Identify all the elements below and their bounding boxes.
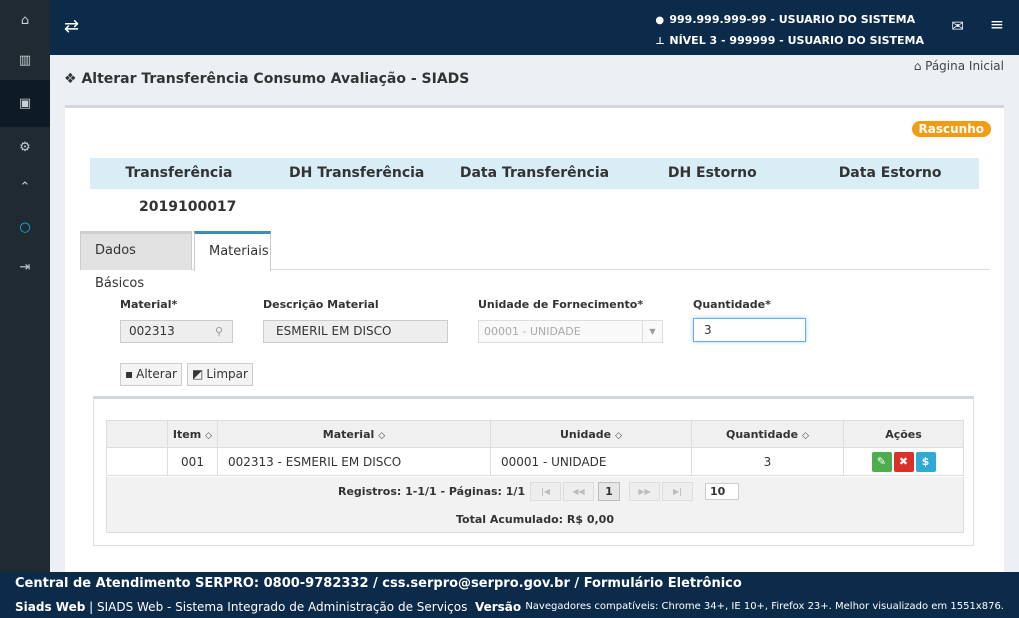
col-item[interactable]: Item ◇ — [167, 420, 218, 448]
material-input[interactable]: 002313 — [120, 320, 207, 343]
material-label: Material* — [120, 298, 178, 311]
summary-header: Transferência DH Transferência Data Tran… — [90, 158, 979, 189]
total-acumulado: Total Acumulado: R$ 0,00 — [106, 506, 964, 533]
eraser-icon: ◩ — [192, 367, 204, 381]
home-icon[interactable]: ⌂ — [0, 0, 50, 40]
footer-brand: Siads Web — [15, 600, 86, 614]
sign-in-icon[interactable]: ⇥ — [0, 247, 50, 287]
last-page-button[interactable]: ▶| — [662, 482, 693, 501]
chevron-down-icon: ▼ — [642, 321, 662, 342]
user-line: 999.999.999-99 - USUARIO DO SISTEMA — [669, 13, 916, 26]
cell-item: 001 — [167, 447, 218, 476]
dollar-icon: $ — [921, 454, 930, 468]
footer-versao[interactable]: Versão — [475, 600, 521, 614]
user-icon: ● — [655, 15, 665, 26]
exchange-icon[interactable]: ⇄ — [64, 16, 79, 37]
dollar-button[interactable]: $ — [915, 451, 936, 472]
barcode-icon[interactable]: ▥ — [0, 40, 50, 80]
unidade-select-value: 00001 - UNIDADE — [484, 325, 581, 338]
user-info: ● 999.999.999-99 - USUARIO DO SISTEMA ⊥ NÍ… — [655, 10, 924, 52]
search-icon[interactable]: ⚲ — [206, 320, 233, 343]
breadcrumb[interactable]: ⌂ Página Inicial — [914, 59, 1004, 73]
table-row: 001 002313 - ESMERIL EM DISCO 00001 - UN… — [106, 447, 964, 476]
sort-icon: ◇ — [378, 430, 386, 441]
col-unidade[interactable]: Unidade ◇ — [490, 420, 692, 448]
sort-icon: ◇ — [205, 430, 213, 441]
col-unidade-label: Unidade — [559, 427, 612, 441]
circle-icon[interactable]: ○ — [0, 207, 50, 247]
col-material-label: Material — [322, 427, 375, 441]
pager-info: Registros: 1-1/1 - Páginas: 1/1 — [338, 485, 526, 498]
summary-col-dh-estorno: DH Estorno — [667, 165, 757, 181]
footer-system-name: SIADS Web - Sistema Integrado de Adminis… — [96, 600, 468, 614]
col-quantidade[interactable]: Quantidade ◇ — [691, 420, 844, 448]
cell-blank — [106, 447, 168, 476]
quantidade-input[interactable]: 3 — [693, 318, 806, 342]
main-box: Rascunho Transferência DH Transferência … — [65, 105, 1004, 572]
materials-table: Item ◇ Material ◇ Unidade ◇ Quantidade ◇ Açõ… — [106, 420, 964, 476]
footer-central[interactable]: Central de Atendimento SERPRO: 0800-9782… — [15, 576, 742, 591]
col-material[interactable]: Material ◇ — [217, 420, 491, 448]
page-title: ❖ Alterar Transferência Consumo Avaliaçã… — [64, 71, 469, 87]
pencil-icon: ✎ — [876, 454, 887, 468]
limpar-button-label: Limpar — [206, 367, 248, 381]
unidade-label: Unidade de Fornecimento* — [478, 298, 644, 311]
unidade-select[interactable]: 00001 - UNIDADE ▼ — [478, 320, 663, 343]
page-title-text: Alterar Transferência Consumo Avaliação … — [81, 71, 470, 87]
col-blank — [106, 420, 168, 448]
current-page[interactable]: 1 — [598, 482, 620, 501]
prev-page-button[interactable]: ◀◀ — [563, 482, 594, 501]
footer-browsers: Navegadores compatíveis: Chrome 34+, IE … — [525, 601, 1004, 612]
summary-col-transferencia: Transferência — [125, 165, 233, 181]
sort-icon: ◇ — [615, 430, 623, 441]
sort-icon: ◇ — [802, 430, 810, 441]
cell-acoes: ✎ ✖ $ — [843, 447, 964, 476]
descricao-input[interactable]: ESMERIL EM DISCO — [263, 320, 448, 343]
edit-button[interactable]: ✎ — [871, 451, 892, 472]
footer: Central de Atendimento SERPRO: 0800-9782… — [0, 572, 1019, 618]
tab-dados-basicos[interactable]: Dados Básicos — [80, 231, 192, 291]
save-icon: ▪ — [125, 367, 134, 381]
summary-col-data-transferencia: Data Transferência — [459, 165, 610, 181]
tab-bar: Dados Básicos Materiais — [80, 231, 990, 291]
cell-unidade: 00001 - UNIDADE — [490, 447, 692, 476]
archive-icon[interactable]: ▣ — [0, 80, 50, 127]
footer-system: Siads Web | SIADS Web - Sistema Integrad… — [15, 600, 522, 614]
home-icon: ⌂ — [913, 59, 926, 73]
alterar-button[interactable]: ▪ Alterar — [120, 363, 182, 386]
materials-grid: Item ◇ Material ◇ Unidade ◇ Quantidade ◇ Açõ… — [93, 396, 974, 546]
breadcrumb-home[interactable]: Página Inicial — [925, 59, 1004, 73]
status-badge: Rascunho — [911, 121, 991, 137]
pager: Registros: 1-1/1 - Páginas: 1/1 |◀ ◀◀ 1 … — [106, 477, 964, 506]
rows-per-page-select[interactable]: 10 — [705, 483, 739, 500]
level-line: NÍVEL 3 - 999999 - USUARIO DO SISTEMA — [669, 34, 924, 47]
first-page-button[interactable]: |◀ — [530, 482, 561, 501]
summary-col-data-estorno: Data Estorno — [838, 165, 942, 181]
cogs-icon[interactable]: ⚙ — [0, 127, 50, 167]
descricao-label: Descrição Material — [263, 298, 379, 311]
alterar-button-label: Alterar — [136, 367, 177, 381]
cubes-icon: ❖ — [64, 71, 82, 87]
col-acoes: Ações — [843, 420, 964, 448]
quantidade-label: Quantidade* — [693, 298, 771, 311]
top-header: ⇄ ● 999.999.999-99 - USUARIO DO SISTEMA ⊥… — [50, 0, 1019, 55]
envelope-icon[interactable]: ✉ — [951, 17, 964, 35]
col-quantidade-label: Quantidade — [725, 427, 799, 441]
cell-quantidade: 3 — [691, 447, 844, 476]
graduation-icon[interactable]: ⌃ — [0, 167, 50, 207]
content-area: ⌂ Página Inicial ❖ Alterar Transferência… — [50, 55, 1019, 572]
delete-button[interactable]: ✖ — [893, 451, 914, 472]
close-icon: ✖ — [898, 454, 909, 468]
tab-materiais[interactable]: Materiais — [194, 231, 271, 271]
bars-icon[interactable]: ≡ — [990, 15, 1004, 35]
transferencia-value: 2019100017 — [139, 199, 237, 215]
next-page-button[interactable]: ▶▶ — [629, 482, 660, 501]
cell-material: 002313 - ESMERIL EM DISCO — [217, 447, 491, 476]
sidebar: ⌂ ▥ ▣ ⚙ ⌃ ○ ⇥ — [0, 0, 50, 572]
sitemap-icon: ⊥ — [655, 36, 665, 47]
col-item-label: Item — [172, 427, 202, 441]
summary-col-dh-transferencia: DH Transferência — [289, 165, 425, 181]
limpar-button[interactable]: ◩ Limpar — [187, 363, 253, 386]
